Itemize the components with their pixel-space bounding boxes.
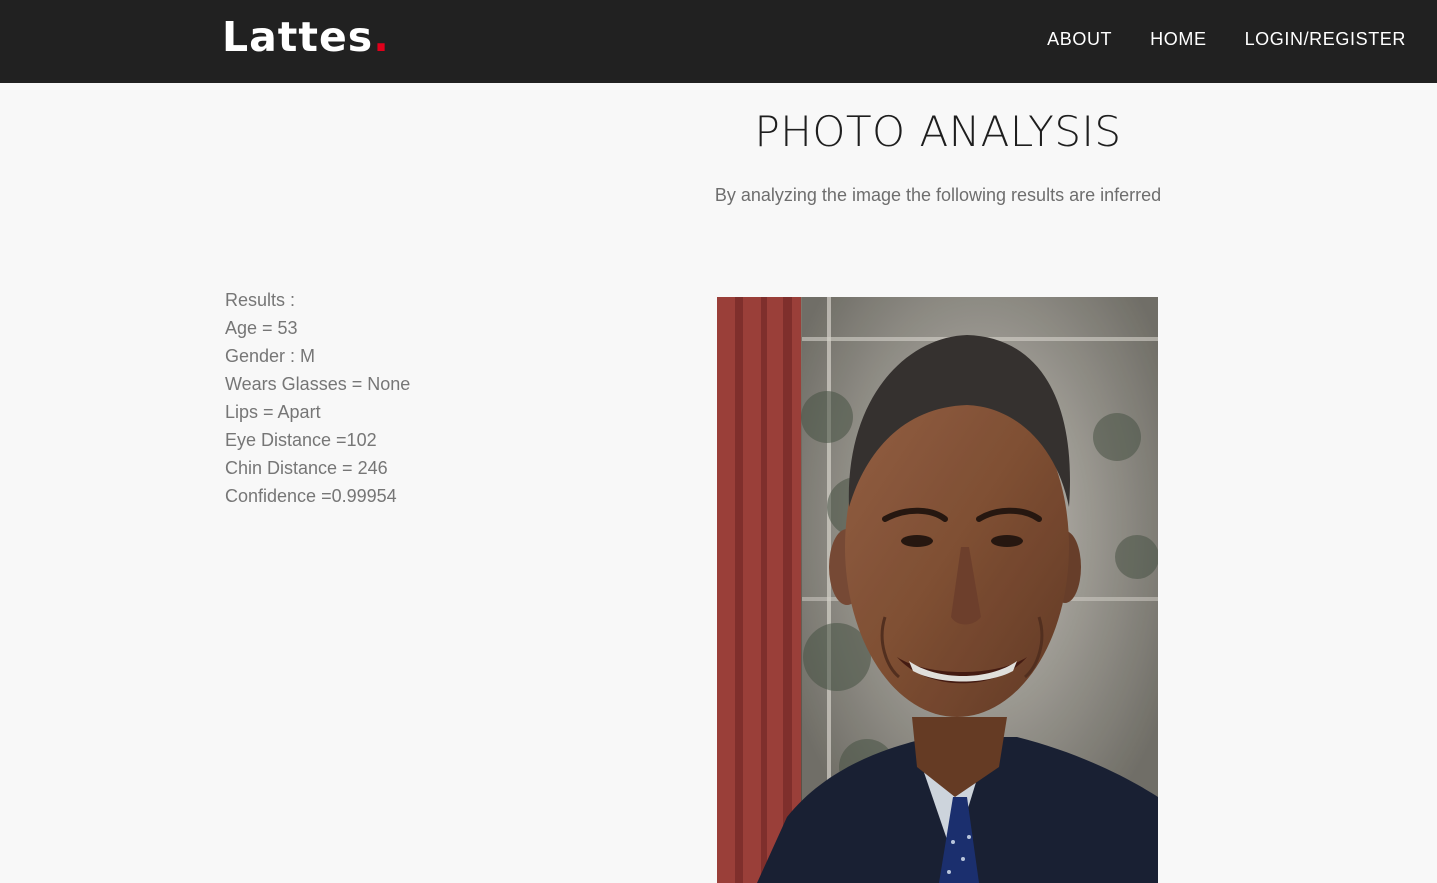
portrait-photo-illustration [717,297,1158,883]
nav-login-register-link[interactable]: LOGIN/REGISTER [1245,28,1406,50]
page-subtitle: By analyzing the image the following res… [714,185,1162,205]
result-eye-distance: Eye Distance =102 [225,430,377,450]
top-navbar: Lattes. ABOUT HOME LOGIN/REGISTER [0,0,1437,83]
brand-logo[interactable]: Lattes. [222,12,390,62]
result-age: Age = 53 [225,318,298,338]
result-chin-distance: Chin Distance = 246 [225,458,388,478]
logo-text: Lattes [222,13,374,61]
result-confidence: Confidence =0.99954 [225,486,397,506]
results-list: Results : Age = 53 Gender : M Wears Glas… [225,286,410,510]
result-gender: Gender : M [225,346,316,366]
nav-about-link[interactable]: ABOUT [1047,28,1112,50]
analyzed-photo [717,297,1158,883]
logo-dot: . [373,13,390,61]
nav-home-link[interactable]: HOME [1150,28,1206,50]
nav-links: ABOUT HOME LOGIN/REGISTER [1047,28,1406,50]
result-wears-glasses: Wears Glasses = None [225,374,411,394]
results-heading: Results : [225,290,296,310]
page-title: PHOTO ANALYSIS [754,107,1122,156]
result-lips: Lips = Apart [225,402,321,422]
